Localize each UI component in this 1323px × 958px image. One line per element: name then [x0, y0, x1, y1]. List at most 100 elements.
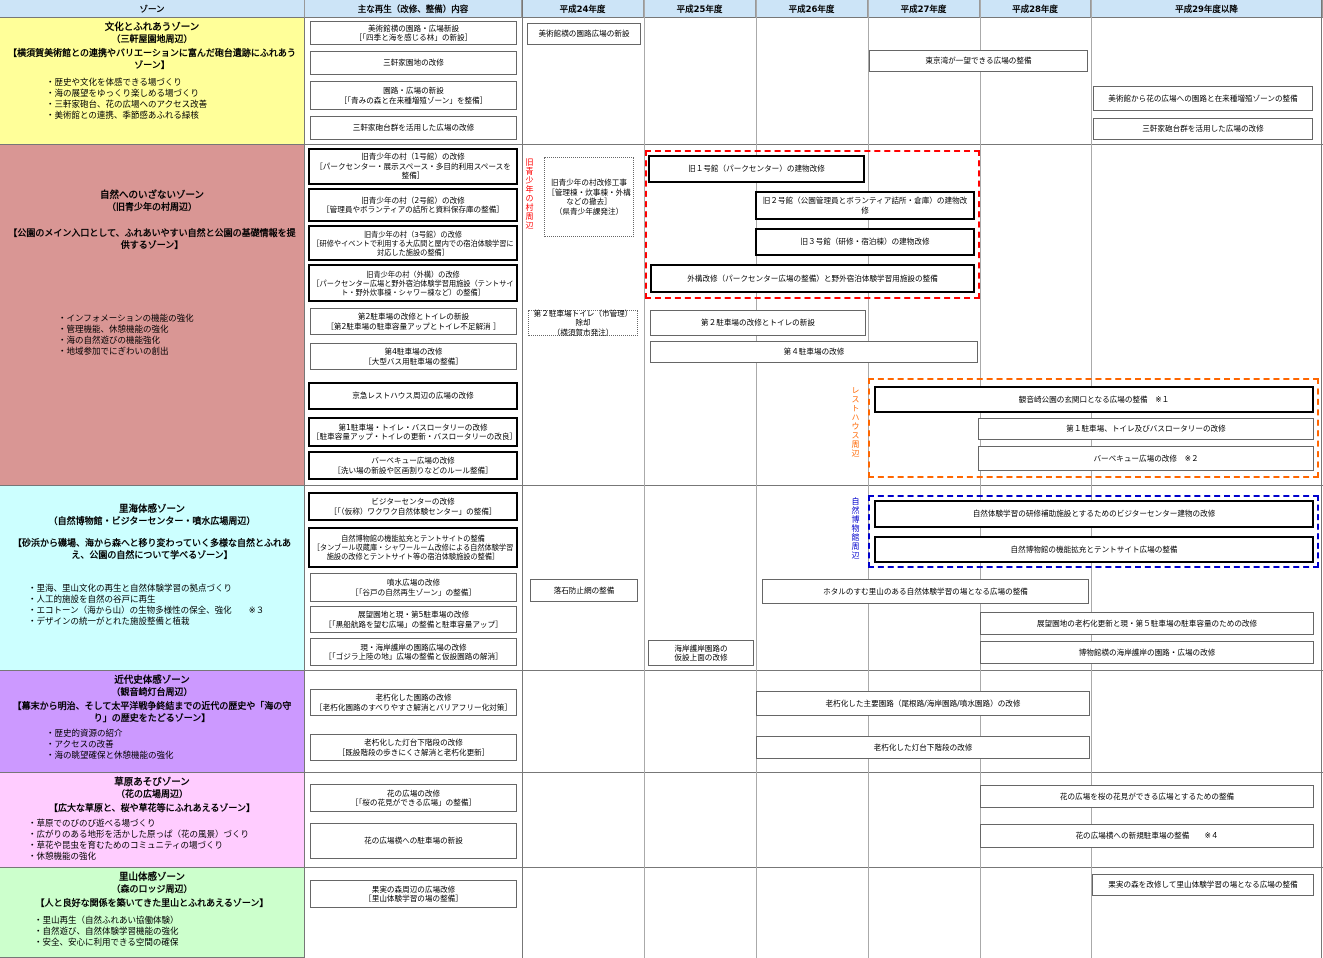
content-item-detail: ［パークセンター広場と野外宿泊体験学習用施設（テントサイト・野外炊事棟・シャワー…: [312, 278, 514, 297]
side-label-youth-village: 旧青少年の村周辺: [525, 158, 534, 230]
zone-satoumi: 里海体感ゾーン （自然博物館・ビジターセンター・噴水広場周辺） 【砂浜から磯場、…: [0, 486, 305, 671]
list-item: 歴史や文化を体感できる場づくり: [46, 78, 296, 89]
content-item-title: 園路・広場の新設: [383, 86, 444, 95]
content-item-detail: ［大型バス用駐車場の整備］: [364, 356, 463, 366]
list-item: 安全、安心に利用できる空間の確保: [34, 938, 296, 949]
schedule-bar-label: 美術館横の園路広場の新設: [538, 29, 630, 39]
zone-title: 自然へのいざないゾーン: [99, 190, 205, 201]
content-item-title: 旧青少年の村（3号館）の改修: [363, 229, 462, 239]
schedule-bar: 第２駐車場トイレ（市管理）除却 （横須賀市発注）: [528, 308, 638, 337]
zone-grassland: 草原あそびゾーン （花の広場周辺） 【広大な草原と、桜や草花等にふれあえるゾーン…: [0, 773, 305, 868]
list-item: 休憩機能の強化: [28, 852, 296, 863]
schedule-bar-label: 三軒家砲台群を活用した広場の改修: [1142, 124, 1264, 134]
schedule-bar-label: （県青少年課発注）: [554, 206, 624, 216]
schedule-bar: 美術館横の園路広場の新設: [527, 23, 641, 45]
content-item-title: 美術館横の園路・広場新設: [367, 23, 460, 33]
zone-satoyama: 里山体感ゾーン （森のロッジ周辺） 【人と良好な関係を築いてきた里山とふれあえる…: [0, 868, 305, 958]
list-item: 里山再生（自然ふれあい協働体験）: [34, 916, 296, 927]
zone-culture: 文化とふれあうゾーン （三軒屋園地周辺） 【横須賀美術館との連携やバリエーション…: [0, 18, 305, 145]
schedule-bar: ホタルのすむ里山のある自然体験学習の場となる広場の整備: [762, 579, 1089, 604]
header-y24: 平成24年度: [522, 0, 644, 18]
content-item-title: 果実の森周辺の広場改修: [371, 884, 456, 894]
zone-list: 歴史や文化を体感できる場づくり 海の展望をゆっくり楽しめる場づくり 三軒家砲台、…: [46, 78, 296, 122]
schedule-bar-label: 花の広場を桜の花見ができる広場とするための整備: [1059, 791, 1235, 801]
content-item-title: 第1駐車場・トイレ・バスロータリーの改修: [338, 422, 488, 432]
schedule-bar-label: 第４駐車場の改修: [783, 347, 845, 357]
side-label-resthouse: レストハウス周辺: [851, 386, 860, 458]
content-item-detail: ［洗い場の新設や区画割りなどのルール整備］: [333, 465, 493, 475]
schedule-bar-label: 老朽化した灯台下階段の改修: [873, 742, 973, 752]
zone-title: 里山体感ゾーン: [118, 872, 186, 883]
content-item: 旧青少年の村（2号館）の改修 ［管理員やボランティアの詰所と資料保存庫の整備］: [308, 188, 518, 222]
zone-subtitle: （森のロッジ周辺）: [111, 885, 193, 895]
content-item-detail: ［駐車容量アップ・トイレの更新・バスロータリーの改良］: [312, 432, 518, 441]
schedule-bar: 美術館から花の広場への園路と在来種増殖ゾーンの整備: [1093, 86, 1313, 111]
content-item-detail: ［「黒船航路を望む広場」の整備と駐車容量アップ］: [324, 619, 503, 629]
schedule-bar-label: ホタルのすむ里山のある自然体験学習の場となる広場の整備: [823, 586, 1028, 596]
content-item-title: 京急レストハウス周辺の広場の改修: [352, 391, 474, 401]
content-item: 旧青少年の村（外構）の改修 ［パークセンター広場と野外宿泊体験学習用施設（テントサ…: [308, 264, 518, 302]
content-item-detail: ［「谷戸の自然再生ゾーン」の整備］: [351, 587, 476, 597]
zone-title: 里海体感ゾーン: [118, 504, 186, 515]
schedule-bar: 博物館横の海岸護岸の園路・広場の改修: [980, 641, 1314, 664]
header-y29: 平成29年度以降: [1091, 0, 1323, 18]
schedule-bar-label: 果実の森を改修して里山体験学習の場となる広場の整備: [1108, 880, 1298, 890]
list-item: エコトーン（海から山）の生物多様性の保全、強化 ※３: [28, 606, 296, 617]
content-item-detail: ［タンブール収蔵庫・シャワールーム改修による自然体験学習施設の改修とテントサイト…: [312, 543, 514, 561]
schedule-bar-label: 博物館横の海岸護岸の園路・広場の改修: [1078, 647, 1216, 657]
content-item-detail: ［研修やイベントで利用する大広間と屋内での宿泊体験学習に対応した施設の整備］: [312, 238, 514, 257]
content-item-detail: ［「桜の花見ができる広場」の整備］: [350, 798, 477, 807]
column-line: [1091, 0, 1092, 958]
list-item: 地域参加でにぎわいの創出: [58, 347, 296, 358]
side-label-museum: 自然博物館周辺: [851, 497, 860, 560]
content-item: 第2駐車場の改修とトイレの新設 ［第2駐車場の駐車容量アップとトイレ不足解消 ］: [310, 308, 517, 335]
zone-subtitle: （花の広場周辺）: [115, 790, 188, 800]
schedule-bar: 老朽化した灯台下階段の改修: [756, 736, 1090, 759]
content-item: 旧青少年の村（1号館）の改修 ［パークセンター・展示スペース・多目的利用スペースを…: [308, 148, 518, 185]
content-item-detail: ［「四季と海を感じる林」の新設］: [354, 33, 473, 42]
column-line: [1321, 0, 1322, 958]
list-item: 海の眺望確保と休憩機能の強化: [46, 751, 296, 762]
schedule-bar: 落石防止網の整備: [530, 579, 638, 602]
header-content: 主な再生（改修、整備）内容: [305, 0, 522, 18]
content-item-detail: ［里山体験学習の場の整備］: [364, 894, 463, 903]
content-item-detail: ［老朽化園路のすべりやすさ解消とバリアフリー化対策］: [315, 702, 512, 712]
list-item: 里海、里山文化の再生と自然体験学習の拠点づくり: [28, 584, 296, 595]
group-outline-resthouse: [868, 378, 1319, 478]
list-item: 人工的施設を自然の谷戸に再生: [28, 595, 296, 606]
schedule-bar: 旧青少年の村改修工事 ［管理棟・炊事棟・外構などの撤去］ （県青少年課発注）: [544, 157, 634, 237]
zone-subtitle: （観音崎灯台周辺）: [111, 688, 193, 698]
content-item: 展望園地と現・第5駐車場の改修 ［「黒船航路を望む広場」の整備と駐車容量アップ］: [310, 606, 517, 633]
schedule-bar: 第４駐車場の改修: [650, 341, 978, 363]
header-y27: 平成27年度: [868, 0, 980, 18]
zone-list: インフォメーションの機能の強化 管理機能、休憩機能の強化 海の自然遊びの機能強化…: [58, 314, 296, 358]
content-item: ビジターセンターの改修 ［「（仮称）ワクワク自然体験センター」の整備］: [308, 492, 518, 521]
schedule-bar-label: 第２駐車場トイレ（市管理）除却: [533, 308, 633, 328]
content-item-detail: ［「ゴジラ上陸の地」広場の整備と仮設園路の解消］: [324, 652, 503, 661]
content-item-title: 噴水広場の改修: [386, 578, 441, 587]
column-line: [868, 0, 869, 958]
content-item: 果実の森周辺の広場改修 ［里山体験学習の場の整備］: [310, 880, 517, 908]
schedule-sheet: ゾーン 主な再生（改修、整備）内容 平成24年度 平成25年度 平成26年度 平…: [0, 0, 1323, 958]
schedule-bar: 果実の森を改修して里山体験学習の場となる広場の整備: [1092, 874, 1314, 896]
content-item-title: 第2駐車場の改修とトイレの新設: [357, 312, 470, 321]
schedule-bar: 三軒家砲台群を活用した広場の改修: [1093, 118, 1313, 140]
content-item-title: 旧青少年の村（外構）の改修: [366, 269, 460, 279]
zone-subtitle: （旧青少年の村周辺）: [106, 203, 197, 213]
content-item: 老朽化した灯台下階段の改修 ［既設階段の歩きにくさ解消と老朽化更新］: [310, 734, 517, 761]
list-item: 美術館との連携、季節感あふれる緑核: [46, 111, 296, 122]
group-outline-museum: [868, 495, 1319, 568]
content-item-detail: ［既設階段の歩きにくさ解消と老朽化更新］: [337, 747, 490, 757]
content-item: 三軒家砲台群を活用した広場の改修: [310, 116, 517, 140]
zone-description: 【人と良好な関係を築いてきた里山とふれあえるゾーン】: [35, 899, 269, 909]
content-item-title: 旧青少年の村（2号館）の改修: [361, 195, 465, 205]
schedule-bar-label: 落石防止網の整備: [553, 585, 615, 595]
content-item-title: 花の広場横への駐車場の新設: [364, 836, 463, 846]
list-item: 海の展望をゆっくり楽しめる場づくり: [46, 89, 296, 100]
content-item: 第1駐車場・トイレ・バスロータリーの改修 ［駐車容量アップ・トイレの更新・バスロー…: [308, 417, 518, 447]
schedule-bar-label: ［管理棟・炊事棟・外構などの撤去］: [547, 187, 631, 207]
schedule-bar: 老朽化した主要園路（尾根路/海岸園路/噴水園路）の改修: [756, 691, 1090, 716]
content-item-title: 三軒家砲台群を活用した広場の改修: [352, 123, 475, 133]
column-line: [756, 0, 757, 958]
column-line: [644, 0, 645, 958]
